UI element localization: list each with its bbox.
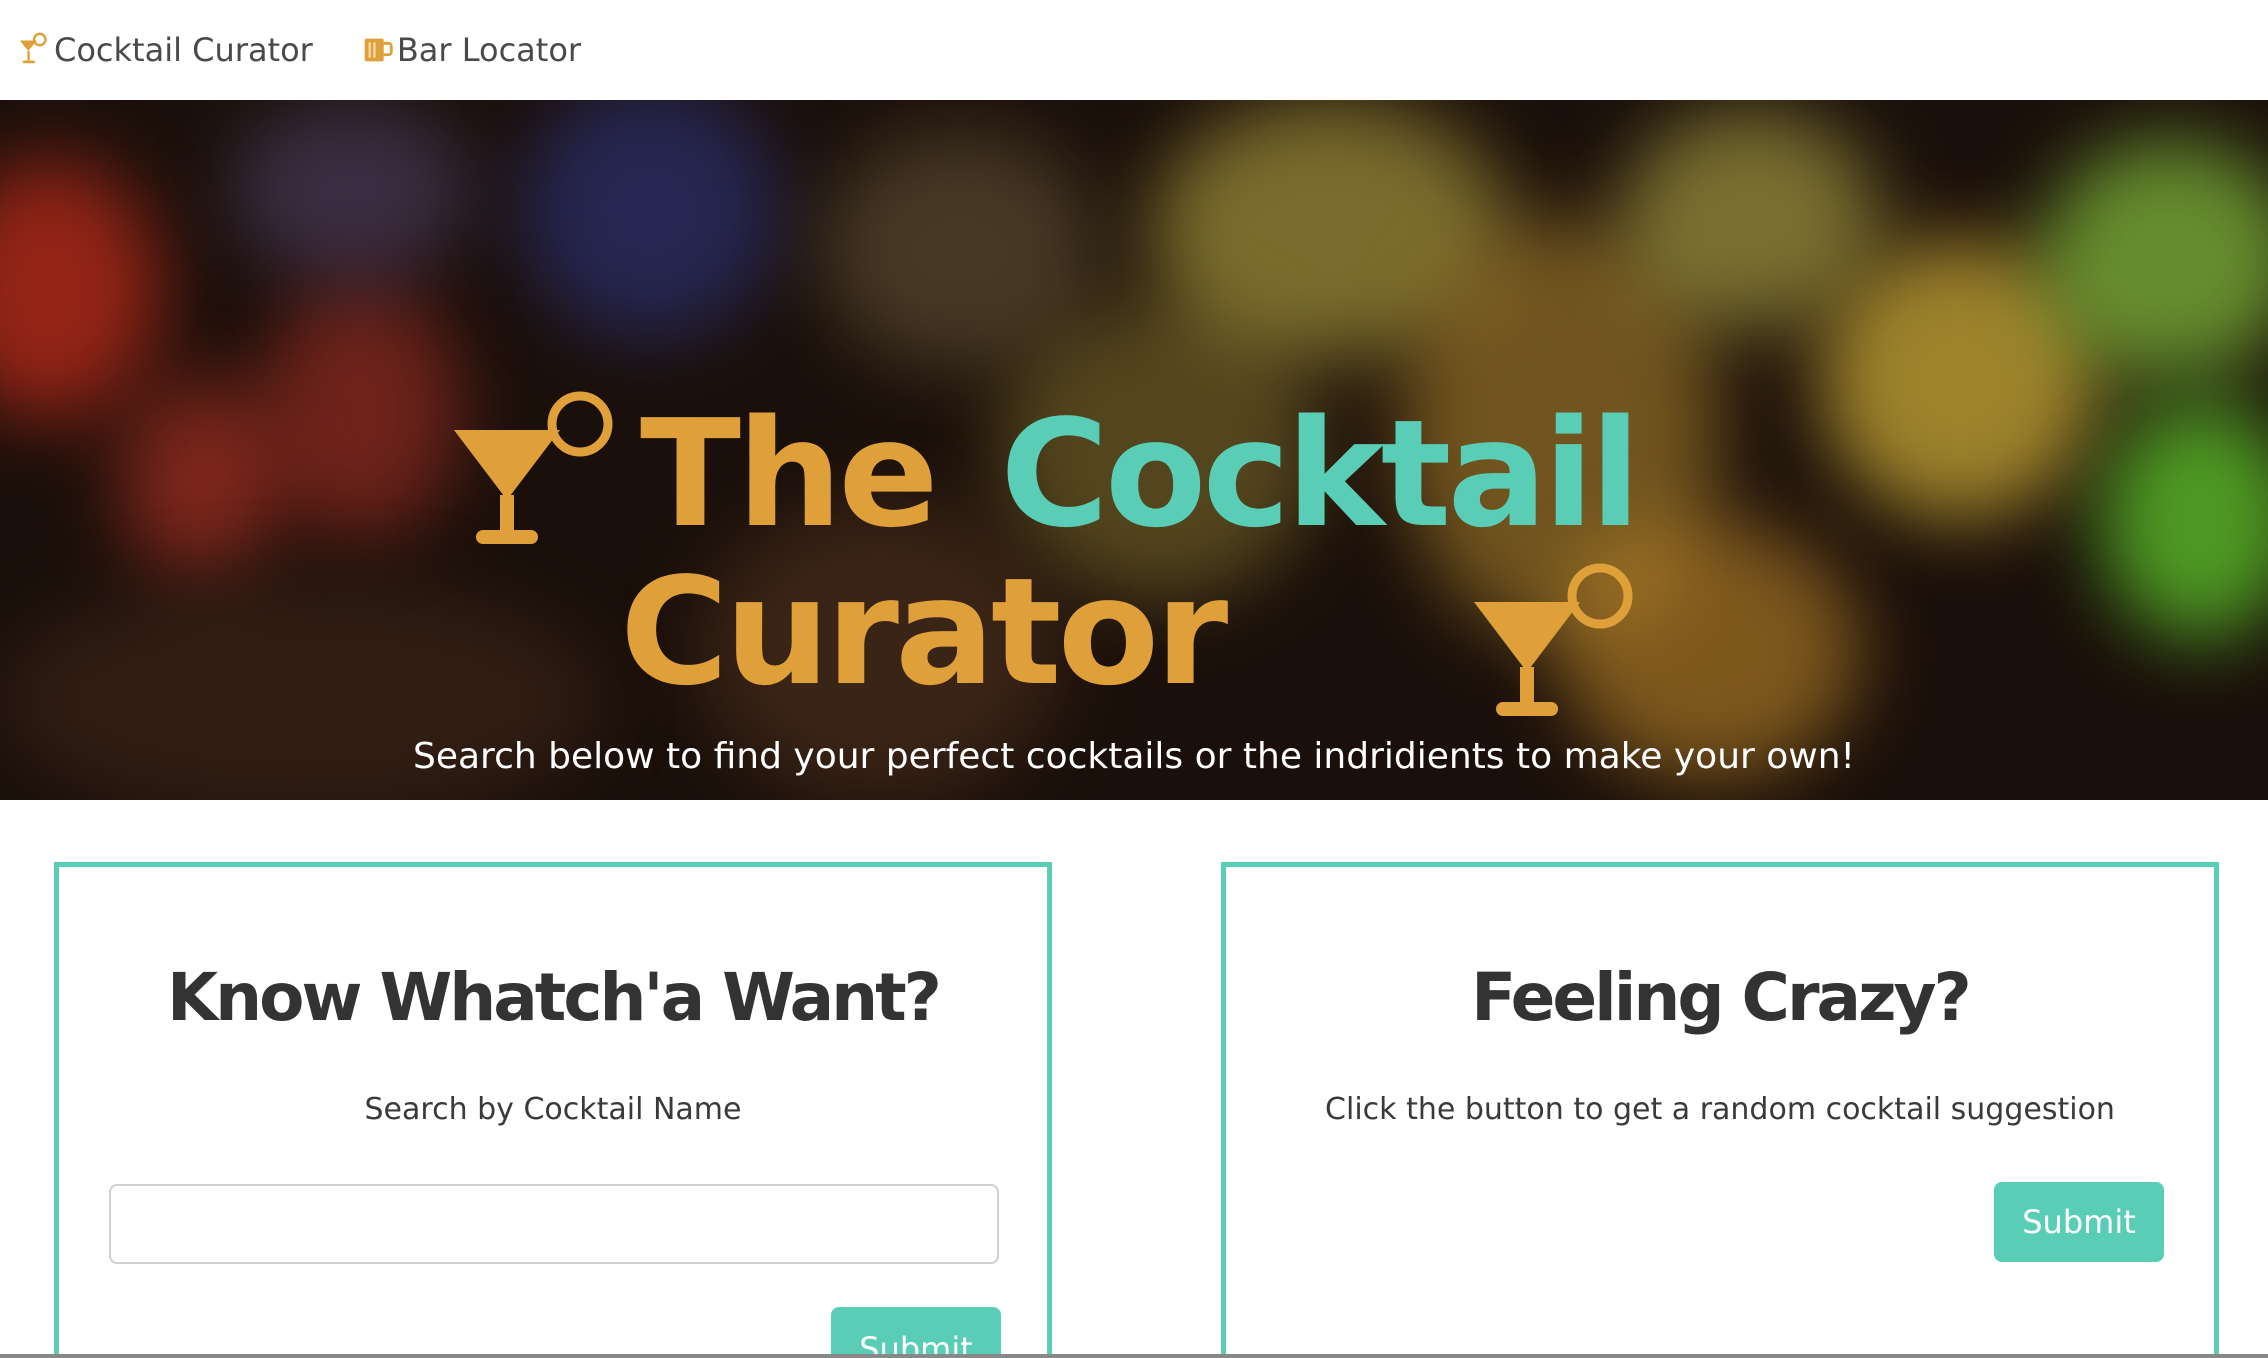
nav-link-bar-locator[interactable]: Bar Locator [359,31,581,69]
random-cocktail-card: Feeling Crazy? Click the button to get a… [1221,862,2219,1358]
card-heading-know-whatcha-want: Know Whatch'a Want? [167,959,942,1036]
hero-title: The Cocktail Curator Search below to fin… [0,100,2268,800]
cocktail-glass-icon [454,391,613,544]
top-navbar: Cocktail Curator Bar Locator [0,0,2268,100]
search-submit-button[interactable]: Submit [831,1307,1001,1358]
cocktail-glass-icon [16,31,54,69]
nav-label-bar-locator: Bar Locator [396,31,582,69]
title-word-the: The [640,388,939,560]
cocktail-name-search-input[interactable] [109,1184,999,1264]
random-submit-button[interactable]: Submit [1994,1182,2164,1262]
cocktail-glass-icon [1474,563,1633,716]
hero-title-line-1: The Cocktail [640,388,1641,560]
search-by-name-card: Know Whatch'a Want? Search by Cocktail N… [54,862,1052,1358]
card-subheading-random-suggestion: Click the button to get a random cocktai… [1325,1092,2115,1127]
bottom-divider [0,1354,2268,1358]
hero-banner: The Cocktail Curator Search below to fin… [0,100,2268,800]
nav-label-cocktail-curator: Cocktail Curator [54,31,313,69]
beer-mug-icon [359,31,397,69]
hero-title-line-2: Curator [620,546,1228,718]
nav-link-cocktail-curator[interactable]: Cocktail Curator [16,31,313,69]
card-heading-feeling-crazy: Feeling Crazy? [1471,959,1972,1036]
title-word-cocktail: Cocktail [1000,388,1641,560]
title-word-curator: Curator [620,546,1228,718]
card-subheading-search-by-name: Search by Cocktail Name [364,1092,742,1127]
hero-subtitle: Search below to find your perfect cockta… [413,736,1855,777]
